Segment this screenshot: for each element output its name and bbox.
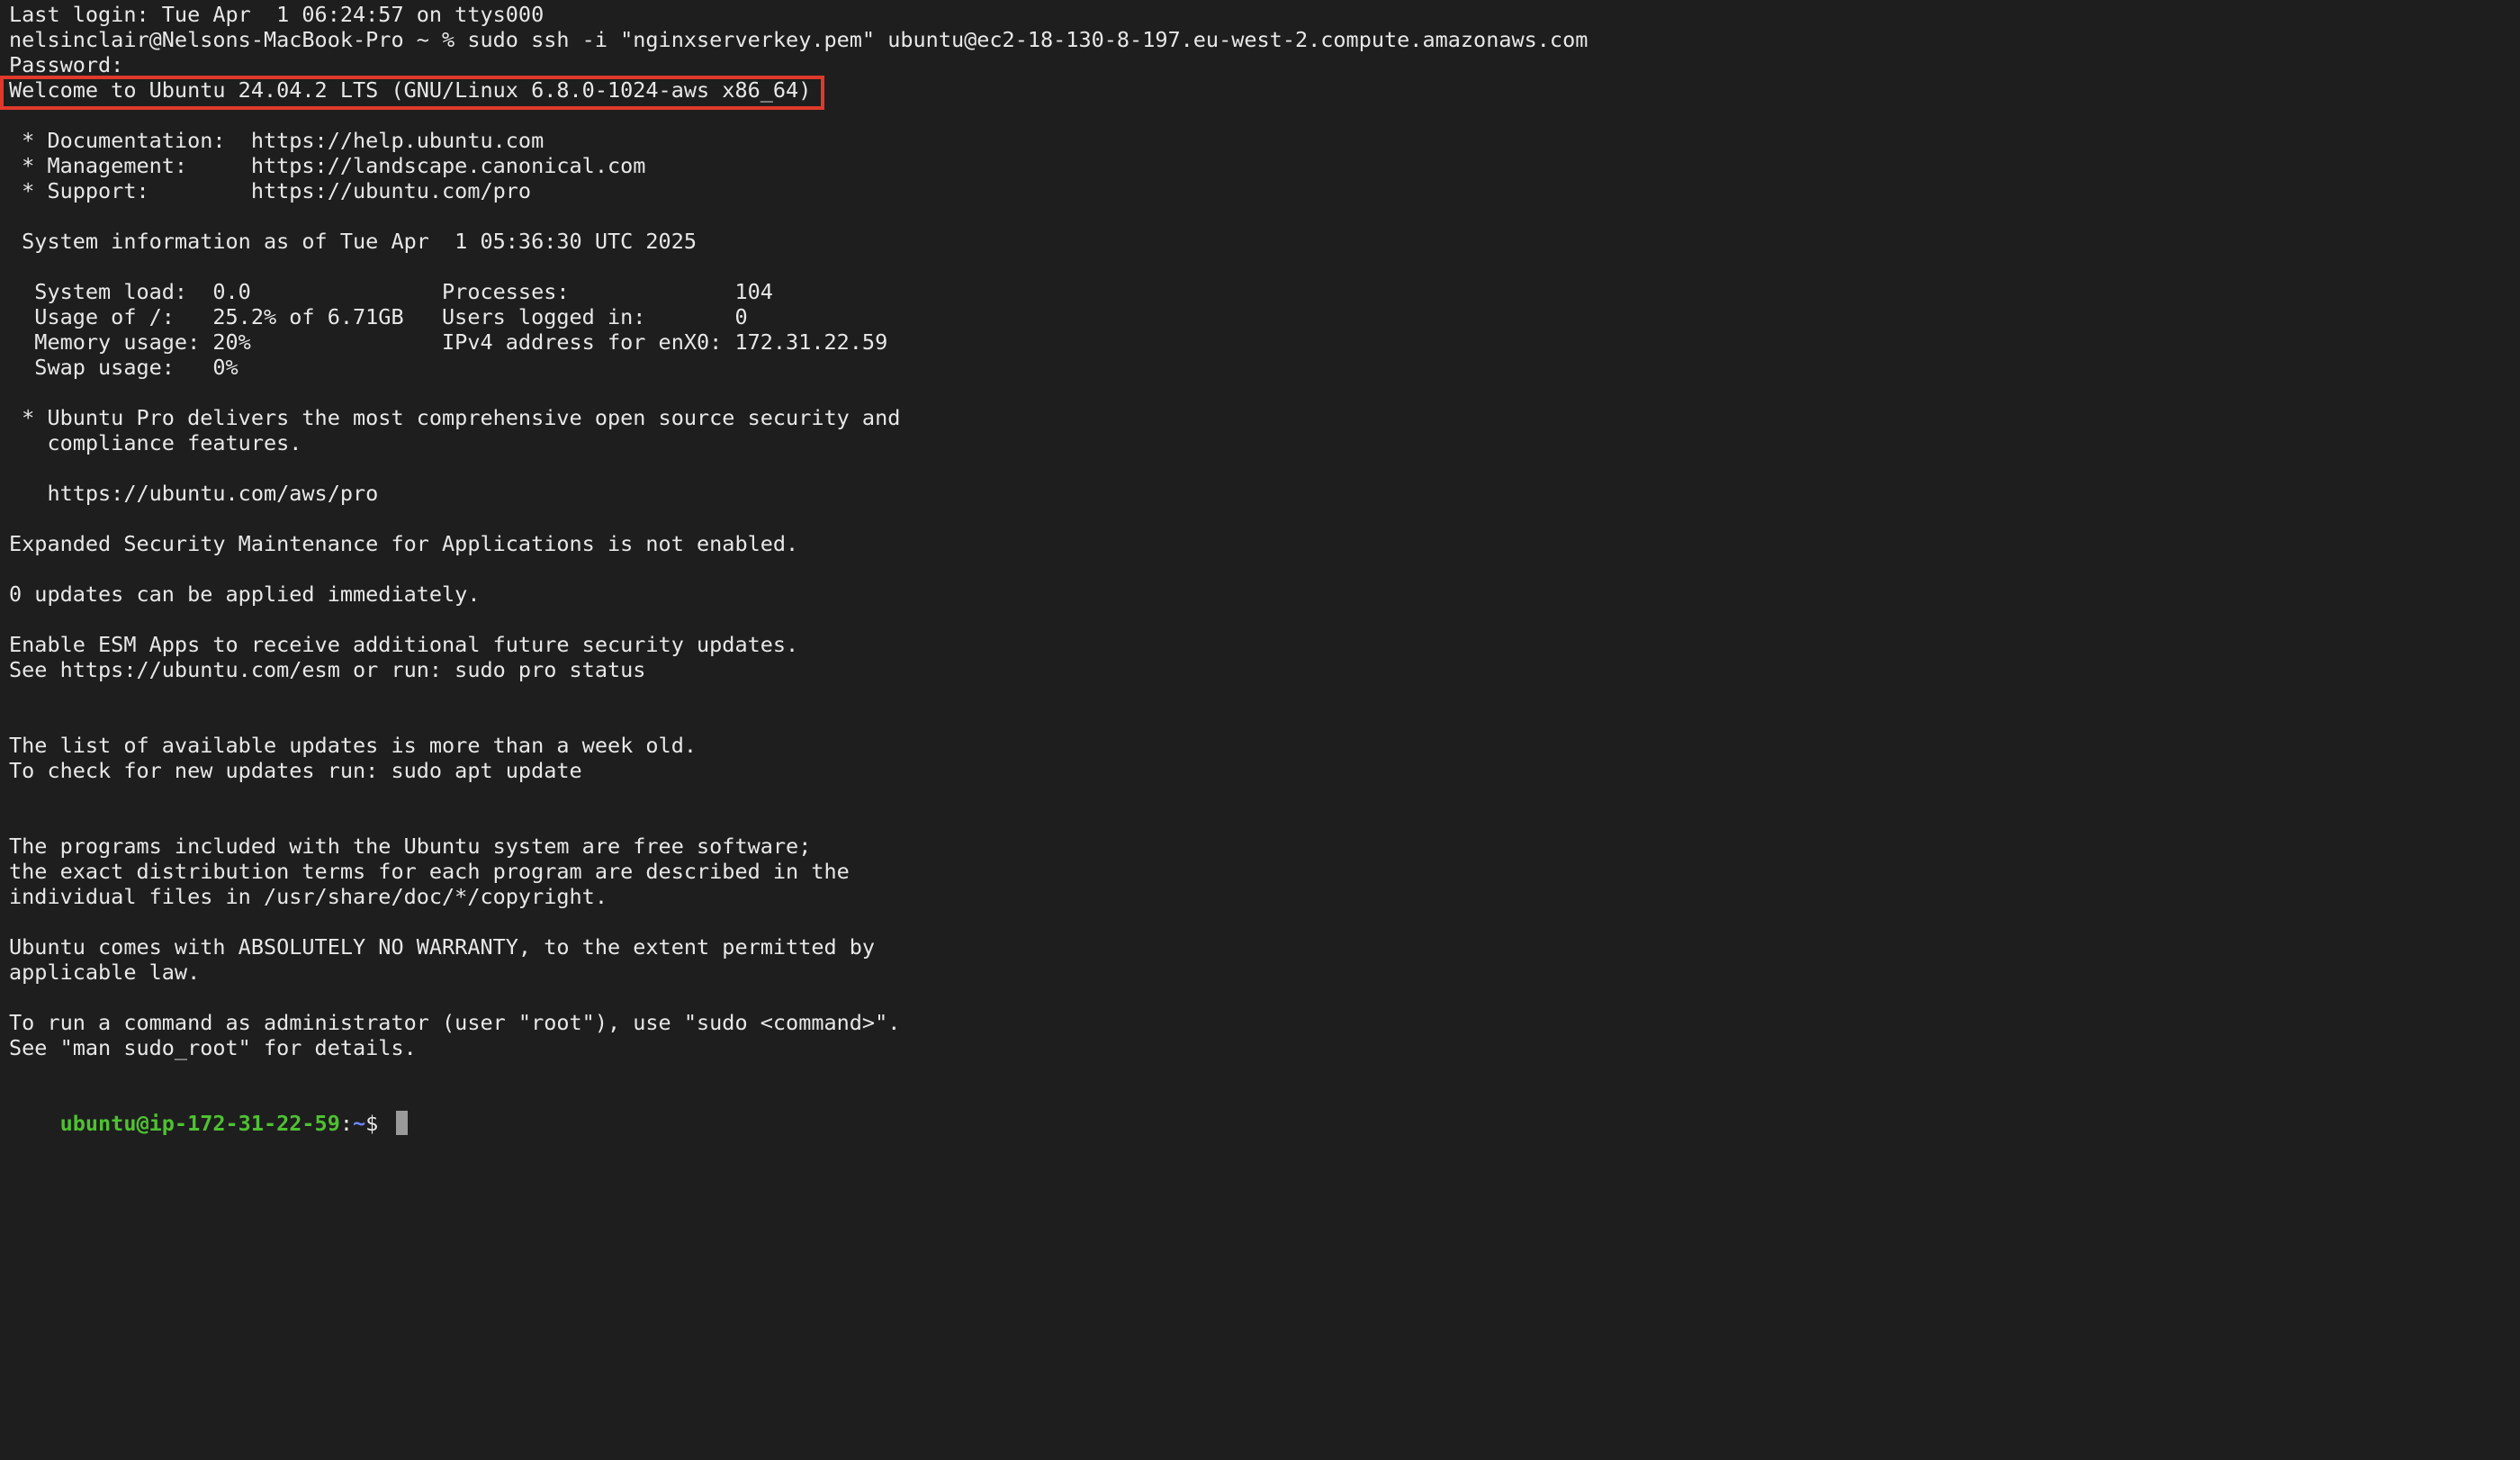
terminal-line: To check for new updates run: sudo apt u… bbox=[9, 758, 582, 783]
terminal-line: The programs included with the Ubuntu sy… bbox=[9, 834, 812, 859]
terminal-line: Usage of /: 25.2% of 6.71GB Users logged… bbox=[9, 304, 748, 329]
terminal-line: applicable law. bbox=[9, 960, 201, 985]
terminal-line: Expanded Security Maintenance for Applic… bbox=[9, 531, 799, 556]
terminal-line: The list of available updates is more th… bbox=[9, 733, 698, 758]
terminal-line: Swap usage: 0% bbox=[9, 355, 238, 380]
terminal-line: See "man sudo_root" for details. bbox=[9, 1035, 417, 1060]
shell-prompt-line[interactable]: ubuntu@ip-172-31-22-59:~$ bbox=[9, 1086, 2520, 1136]
terminal-line: compliance features. bbox=[9, 430, 302, 455]
terminal-line: Memory usage: 20% IPv4 address for enX0:… bbox=[9, 329, 888, 355]
terminal-line: To run a command as administrator (user … bbox=[9, 1010, 901, 1035]
terminal-line: Welcome to Ubuntu 24.04.2 LTS (GNU/Linux… bbox=[9, 77, 812, 103]
terminal-line: See https://ubuntu.com/esm or run: sudo … bbox=[9, 657, 646, 682]
prompt-user-host: ubuntu@ip-172-31-22-59 bbox=[59, 1111, 340, 1136]
terminal-line: https://ubuntu.com/aws/pro bbox=[9, 481, 379, 506]
terminal-line: * Management: https://landscape.canonica… bbox=[9, 153, 646, 178]
terminal-line: Enable ESM Apps to receive additional fu… bbox=[9, 632, 799, 657]
terminal-line: * Ubuntu Pro delivers the most comprehen… bbox=[9, 405, 901, 430]
terminal-line: nelsinclair@Nelsons-MacBook-Pro ~ % sudo… bbox=[9, 27, 1588, 52]
terminal-line: Last login: Tue Apr 1 06:24:57 on ttys00… bbox=[9, 2, 544, 27]
terminal-line: * Support: https://ubuntu.com/pro bbox=[9, 178, 532, 203]
prompt-colon: : bbox=[339, 1111, 354, 1136]
terminal-line: Ubuntu comes with ABSOLUTELY NO WARRANTY… bbox=[9, 934, 876, 960]
prompt-path: ~ bbox=[353, 1111, 366, 1136]
prompt-dollar: $ bbox=[365, 1111, 392, 1136]
terminal-line: the exact distribution terms for each pr… bbox=[9, 859, 850, 884]
terminal-line: * Documentation: https://help.ubuntu.com bbox=[9, 128, 544, 153]
terminal-line: System load: 0.0 Processes: 104 bbox=[9, 279, 773, 304]
terminal-line: 0 updates can be applied immediately. bbox=[9, 581, 481, 607]
terminal-line: individual files in /usr/share/doc/*/cop… bbox=[9, 884, 608, 909]
terminal-line: Password: bbox=[9, 52, 124, 77]
text-cursor[interactable] bbox=[396, 1111, 409, 1135]
terminal-output: Last login: Tue Apr 1 06:24:57 on ttys00… bbox=[9, 2, 2520, 1086]
terminal-window[interactable]: Last login: Tue Apr 1 06:24:57 on ttys00… bbox=[0, 0, 2520, 1460]
terminal-line: System information as of Tue Apr 1 05:36… bbox=[9, 229, 698, 254]
